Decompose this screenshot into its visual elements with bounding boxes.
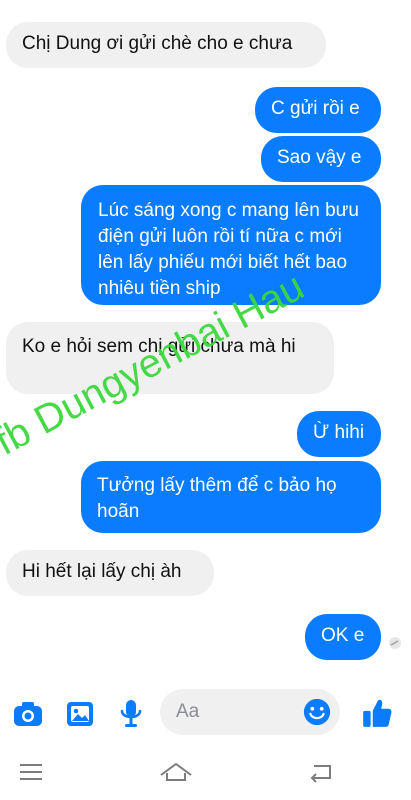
message-input[interactable]: Aa bbox=[160, 689, 340, 735]
system-navigation-bar bbox=[0, 740, 411, 800]
back-icon[interactable] bbox=[306, 760, 336, 784]
message-bubble-outgoing[interactable]: OK e bbox=[305, 614, 381, 660]
message-thread: Chị Dung ơi gửi chè cho e chưa C gửi rồi… bbox=[0, 0, 411, 680]
home-icon[interactable] bbox=[156, 758, 196, 784]
message-bubble-incoming[interactable]: Hi hết lại lấy chị àh bbox=[6, 550, 214, 596]
message-bubble-outgoing[interactable]: Lúc sáng xong c mang lên bưu điện gửi lu… bbox=[81, 185, 381, 305]
message-bubble-incoming[interactable]: Chị Dung ơi gửi chè cho e chưa bbox=[6, 22, 326, 68]
menu-icon[interactable] bbox=[18, 760, 46, 784]
microphone-icon[interactable] bbox=[115, 696, 147, 730]
emoji-icon[interactable] bbox=[302, 697, 332, 727]
camera-icon[interactable] bbox=[12, 698, 44, 730]
seen-indicator-icon bbox=[389, 637, 401, 649]
message-bubble-outgoing[interactable]: Ừ hihi bbox=[297, 411, 381, 457]
message-bubble-outgoing[interactable]: C gửi rồi e bbox=[255, 87, 381, 133]
image-icon[interactable] bbox=[64, 698, 96, 730]
message-bubble-outgoing[interactable]: Sao vậy e bbox=[261, 136, 381, 182]
message-bubble-outgoing[interactable]: Tưởng lấy thêm để c bảo họ hoãn bbox=[81, 461, 381, 533]
message-composer: Aa bbox=[0, 686, 411, 740]
thumbs-up-icon[interactable] bbox=[360, 696, 394, 730]
message-input-placeholder: Aa bbox=[176, 701, 200, 722]
